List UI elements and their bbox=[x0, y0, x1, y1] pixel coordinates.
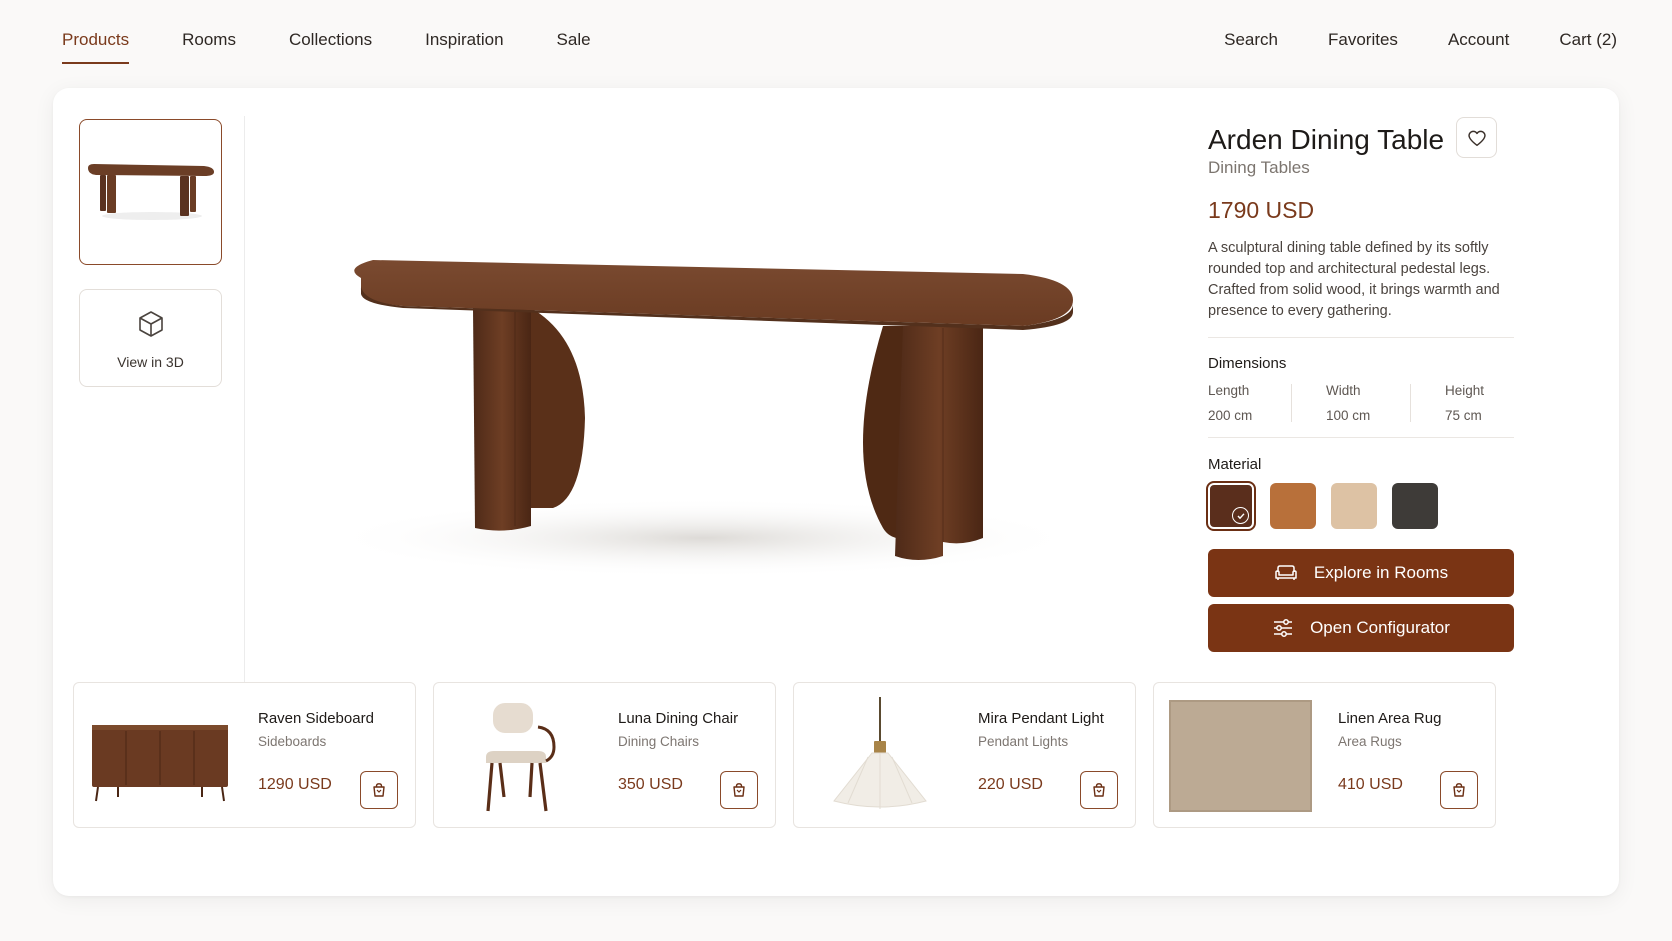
related-product-name[interactable]: Raven Sideboard bbox=[258, 710, 374, 727]
thumbnail-table-image bbox=[88, 164, 214, 220]
dimension-value: 100 cm bbox=[1326, 408, 1371, 423]
dimension-separator bbox=[1291, 384, 1292, 422]
open-configurator-label: Open Configurator bbox=[1310, 618, 1450, 637]
dimension-value: 200 cm bbox=[1208, 408, 1253, 423]
top-navigation: Products Rooms Collections Inspiration S… bbox=[0, 0, 1672, 80]
related-product-card[interactable]: Mira Pendant Light Pendant Lights 220 US… bbox=[793, 682, 1136, 828]
related-product-name[interactable]: Mira Pendant Light bbox=[978, 710, 1104, 727]
dimension-width: Width 100 cm bbox=[1326, 383, 1370, 423]
related-product-price: 410 USD bbox=[1338, 776, 1403, 793]
view-in-3d-button[interactable]: View in 3D bbox=[79, 289, 222, 387]
dimension-length: Length 200 cm bbox=[1208, 383, 1252, 423]
divider bbox=[1208, 437, 1514, 438]
thumbnail-table[interactable] bbox=[79, 119, 222, 265]
related-product-card[interactable]: Linen Area Rug Area Rugs 410 USD bbox=[1153, 682, 1496, 828]
favorite-button[interactable] bbox=[1456, 117, 1497, 158]
shopping-bag-icon bbox=[1093, 783, 1105, 797]
dimension-value: 75 cm bbox=[1445, 408, 1482, 423]
rug-image bbox=[1169, 700, 1312, 812]
nav-rooms[interactable]: Rooms bbox=[182, 30, 236, 64]
add-to-cart-button[interactable] bbox=[720, 771, 758, 809]
explore-in-rooms-button[interactable]: Explore in Rooms bbox=[1208, 549, 1514, 597]
gallery-divider bbox=[244, 116, 245, 698]
shopping-bag-icon bbox=[373, 783, 385, 797]
check-icon bbox=[1232, 507, 1249, 524]
dimension-height: Height 75 cm bbox=[1445, 383, 1484, 423]
related-product-card[interactable]: Raven Sideboard Sideboards 1290 USD bbox=[73, 682, 416, 828]
related-product-name[interactable]: Linen Area Rug bbox=[1338, 710, 1441, 727]
open-configurator-button[interactable]: Open Configurator bbox=[1208, 604, 1514, 652]
utility-nav: Search Favorites Account Cart (2) bbox=[1174, 30, 1617, 50]
chair-image bbox=[486, 703, 556, 812]
nav-cart[interactable]: Cart (2) bbox=[1559, 30, 1617, 50]
related-product-card[interactable]: Luna Dining Chair Dining Chairs 350 USD bbox=[433, 682, 776, 828]
nav-inspiration[interactable]: Inspiration bbox=[425, 30, 503, 64]
primary-nav: Products Rooms Collections Inspiration S… bbox=[62, 30, 644, 64]
dimensions-heading: Dimensions bbox=[1208, 355, 1287, 372]
explore-in-rooms-label: Explore in Rooms bbox=[1313, 563, 1449, 582]
nav-favorites[interactable]: Favorites bbox=[1328, 30, 1398, 50]
material-swatch-ash[interactable] bbox=[1331, 483, 1377, 529]
heart-icon bbox=[1467, 130, 1486, 146]
product-category: Dining Tables bbox=[1208, 158, 1310, 177]
related-product-category: Pendant Lights bbox=[978, 734, 1069, 749]
add-to-cart-button[interactable] bbox=[360, 771, 398, 809]
shopping-bag-icon bbox=[733, 783, 745, 797]
dimension-label: Height bbox=[1445, 383, 1485, 398]
material-heading: Material bbox=[1208, 456, 1262, 473]
product-card: View in 3D Arden Dining Table Dining Tab… bbox=[53, 88, 1619, 896]
related-product-name[interactable]: Luna Dining Chair bbox=[618, 710, 738, 727]
related-product-price: 1290 USD bbox=[258, 776, 332, 793]
divider bbox=[1208, 337, 1514, 338]
product-price: 1790 USD bbox=[1208, 197, 1315, 223]
nav-search[interactable]: Search bbox=[1224, 30, 1278, 50]
hero-product-image bbox=[323, 260, 1083, 578]
nav-sale[interactable]: Sale bbox=[557, 30, 591, 64]
view-in-3d-label: View in 3D bbox=[117, 354, 184, 370]
related-product-price: 220 USD bbox=[978, 776, 1043, 793]
material-swatch-oak[interactable] bbox=[1270, 483, 1316, 529]
sliders-icon bbox=[1272, 618, 1294, 638]
material-swatch-charcoal[interactable] bbox=[1392, 483, 1438, 529]
product-title: Arden Dining Table bbox=[1208, 124, 1445, 155]
sideboard-image bbox=[92, 725, 228, 802]
dimension-label: Width bbox=[1326, 383, 1361, 398]
shopping-bag-icon bbox=[1453, 783, 1465, 797]
nav-account[interactable]: Account bbox=[1448, 30, 1509, 50]
add-to-cart-button[interactable] bbox=[1080, 771, 1118, 809]
related-product-price: 350 USD bbox=[618, 776, 683, 793]
product-description: A sculptural dining table defined by its… bbox=[1208, 240, 1500, 319]
dimension-label: Length bbox=[1208, 383, 1250, 398]
related-product-category: Dining Chairs bbox=[618, 734, 700, 749]
nav-collections[interactable]: Collections bbox=[289, 30, 372, 64]
sofa-icon bbox=[1274, 563, 1298, 583]
dimension-separator bbox=[1410, 384, 1411, 422]
cube-icon bbox=[139, 311, 163, 337]
add-to-cart-button[interactable] bbox=[1440, 771, 1478, 809]
pendant-light-image bbox=[833, 697, 927, 809]
nav-products[interactable]: Products bbox=[62, 30, 130, 64]
material-swatch-walnut[interactable] bbox=[1206, 481, 1256, 531]
related-product-category: Sideboards bbox=[258, 734, 327, 749]
related-product-category: Area Rugs bbox=[1338, 734, 1402, 749]
